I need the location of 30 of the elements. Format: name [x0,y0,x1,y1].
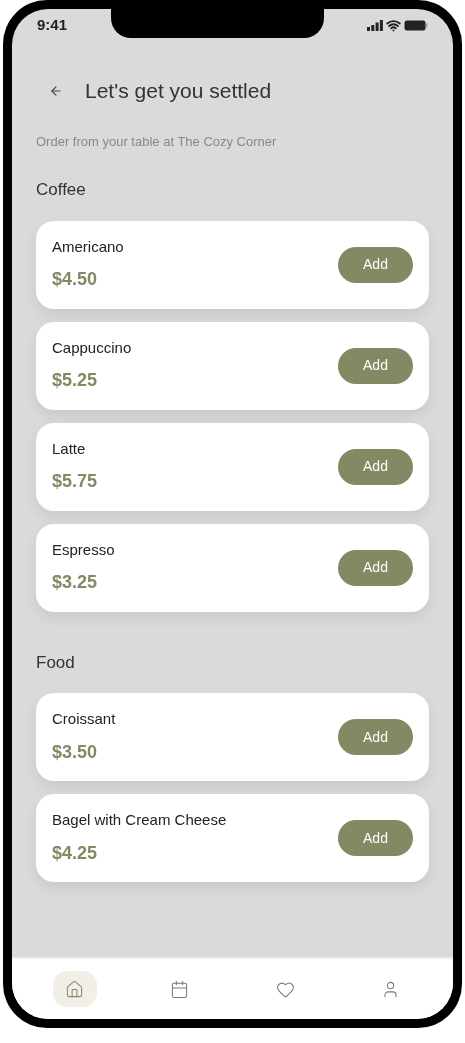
add-button[interactable]: Add [338,448,413,485]
heart-icon [275,979,295,999]
section-heading: Coffee [35,179,87,201]
wifi-icon [386,18,401,33]
item-price: $3.25 [52,571,99,595]
section-heading: Food [35,651,76,674]
home-icon [65,979,85,999]
item-price: $5.25 [52,369,99,393]
item-name: Americano [52,236,124,257]
item-name: Cappuccino [52,337,132,358]
item-price: $4.25 [52,841,99,865]
add-button[interactable]: Add [338,549,413,586]
item-price: $3.50 [52,740,99,764]
item-name: Croissant [52,709,116,730]
nav-tab[interactable] [52,971,97,1007]
add-button[interactable]: Add [338,719,413,755]
add-button[interactable]: Add [338,246,413,283]
add-button[interactable]: Add [338,347,413,384]
signal-icon [367,20,383,31]
status-time: 9:41 [37,15,68,36]
page-title: Let's get you settled [85,78,272,104]
item-name: Bagel with Cream Cheese [52,810,227,831]
item-name: Latte [52,438,87,459]
item-name: Espresso [52,539,115,560]
calendar-icon [170,979,190,999]
item-price: $5.75 [52,470,98,494]
battery-icon [404,20,428,31]
add-button[interactable]: Add [338,820,413,856]
item-price: $4.50 [52,268,99,292]
page-subtitle: Order from your table at The Cozy Corner [35,132,278,151]
